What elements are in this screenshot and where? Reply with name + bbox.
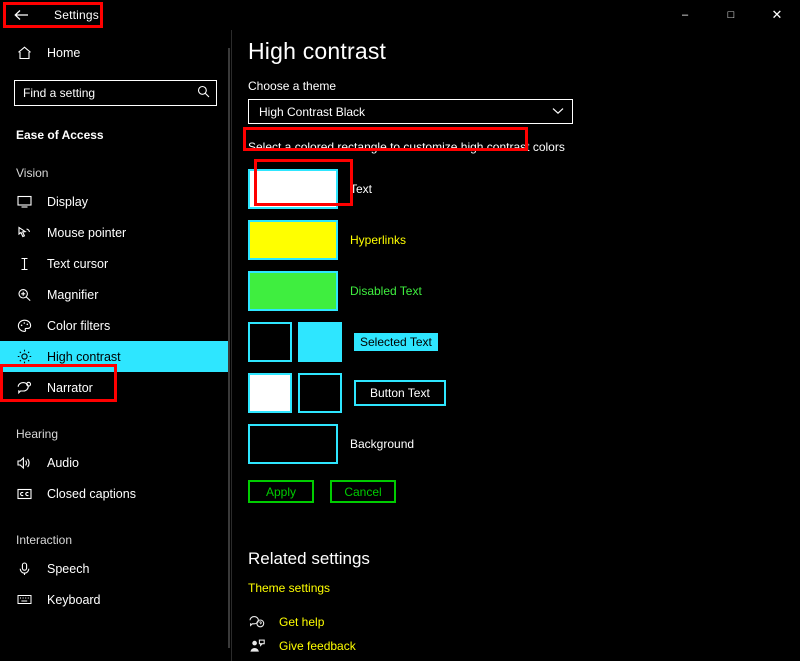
swatch-selected-text-foreground[interactable] <box>248 321 292 362</box>
sidebar-item-display-label: Display <box>47 194 88 209</box>
swatch-label-background: Background <box>350 436 415 451</box>
sidebar-item-magnifier-label: Magnifier <box>47 287 99 302</box>
feedback-icon <box>248 639 265 653</box>
theme-select-value: High Contrast Black <box>259 104 366 119</box>
sidebar-item-display[interactable]: Display <box>0 186 231 217</box>
back-arrow-icon[interactable] <box>8 2 34 28</box>
main-content: High contrast Choose a theme High Contra… <box>233 30 800 661</box>
title-bar: Settings – □ ✕ <box>0 0 800 30</box>
sidebar: Home Find a setting Ease of Access Visio… <box>0 30 232 661</box>
window-controls: – □ ✕ <box>662 0 800 30</box>
swatch-hyperlinks-color[interactable] <box>248 219 338 260</box>
speaker-icon <box>16 456 33 470</box>
swatch-label-button-text: Button Text <box>354 379 446 406</box>
sidebar-item-audio-label: Audio <box>47 455 79 470</box>
sidebar-item-audio[interactable]: Audio <box>0 447 231 478</box>
mouse-pointer-icon <box>16 225 33 240</box>
settings-window: Settings – □ ✕ Home Find a setting Ease … <box>0 0 800 661</box>
swatch-background-color[interactable] <box>248 423 338 464</box>
swatch-label-text: Text <box>350 181 373 196</box>
sidebar-item-home[interactable]: Home <box>0 36 231 70</box>
sidebar-item-narrator[interactable]: Narrator <box>0 372 231 403</box>
swatch-button-text-background[interactable] <box>298 372 342 413</box>
app-title: Settings <box>54 8 99 22</box>
close-button[interactable]: ✕ <box>754 0 800 30</box>
sidebar-item-magnifier[interactable]: Magnifier <box>0 279 231 310</box>
apply-button[interactable]: Apply <box>248 480 314 503</box>
title-bar-left: Settings <box>8 0 99 30</box>
keyboard-icon <box>16 594 33 605</box>
closed-captions-icon <box>16 488 33 500</box>
swatch-row-button-text: Button Text <box>248 370 800 415</box>
get-help-row[interactable]: Get help <box>248 615 800 629</box>
customize-hint: Select a colored rectangle to customize … <box>248 140 565 154</box>
give-feedback-label: Give feedback <box>279 639 356 653</box>
sidebar-section-title: Ease of Access <box>16 128 104 142</box>
sidebar-item-text-cursor[interactable]: Text cursor <box>0 248 231 279</box>
swatch-row-hyperlinks: Hyperlinks <box>248 217 800 262</box>
cancel-button[interactable]: Cancel <box>330 480 396 503</box>
help-icon <box>248 615 265 629</box>
swatch-button-text-foreground[interactable] <box>248 372 292 413</box>
search-icon <box>197 85 210 101</box>
swatch-row-disabled-text: Disabled Text <box>248 268 800 313</box>
sun-icon <box>16 349 33 364</box>
theme-field-label: Choose a theme <box>248 79 337 93</box>
sidebar-item-mouse-pointer[interactable]: Mouse pointer <box>0 217 231 248</box>
get-help-label: Get help <box>279 615 325 629</box>
chevron-down-icon <box>552 106 564 118</box>
sidebar-group-vision: Vision <box>16 166 49 180</box>
magnifier-icon <box>16 288 33 302</box>
sidebar-item-keyboard[interactable]: Keyboard <box>0 584 231 615</box>
sidebar-item-closed-captions[interactable]: Closed captions <box>0 478 231 509</box>
theme-select[interactable]: High Contrast Black <box>248 99 573 124</box>
swatch-label-hyperlinks: Hyperlinks <box>350 232 407 247</box>
swatch-disabled-text-color[interactable] <box>248 270 338 311</box>
sidebar-item-high-contrast-label: High contrast <box>47 349 121 364</box>
swatch-row-background: Background <box>248 421 800 466</box>
swatch-label-disabled-text: Disabled Text <box>350 283 422 298</box>
text-cursor-icon <box>16 257 33 271</box>
related-settings-title: Related settings <box>248 549 370 568</box>
swatch-label-selected-text: Selected Text <box>354 332 438 351</box>
theme-settings-link[interactable]: Theme settings <box>248 581 800 595</box>
sidebar-item-speech-label: Speech <box>47 561 90 576</box>
search-placeholder: Find a setting <box>23 86 96 100</box>
palette-icon <box>16 319 33 333</box>
give-feedback-row[interactable]: Give feedback <box>248 639 800 653</box>
minimize-button[interactable]: – <box>662 0 708 30</box>
sidebar-item-color-filters-label: Color filters <box>47 318 111 333</box>
maximize-button[interactable]: □ <box>708 0 754 30</box>
swatch-text-color[interactable] <box>248 168 338 209</box>
sidebar-item-color-filters[interactable]: Color filters <box>0 310 231 341</box>
sidebar-scrollbar[interactable] <box>228 48 230 648</box>
color-swatch-list: Text Hyperlinks Disabled Text Selected T… <box>248 166 800 466</box>
sidebar-item-closed-captions-label: Closed captions <box>47 486 136 501</box>
sidebar-item-text-cursor-label: Text cursor <box>47 256 109 271</box>
swatch-selected-text-background[interactable] <box>298 321 342 362</box>
sidebar-item-narrator-label: Narrator <box>47 380 93 395</box>
home-icon <box>16 46 33 60</box>
swatch-row-text: Text <box>248 166 800 211</box>
sidebar-group-interaction: Interaction <box>16 533 73 547</box>
sidebar-item-speech[interactable]: Speech <box>0 553 231 584</box>
search-input[interactable]: Find a setting <box>14 80 217 106</box>
sidebar-item-high-contrast[interactable]: High contrast <box>0 341 228 372</box>
page-title: High contrast <box>248 38 387 64</box>
narrator-icon <box>16 381 33 395</box>
sidebar-item-keyboard-label: Keyboard <box>47 592 101 607</box>
sidebar-item-home-label: Home <box>47 46 81 60</box>
sidebar-group-hearing: Hearing <box>16 427 59 441</box>
action-buttons: Apply Cancel <box>248 480 800 503</box>
swatch-row-selected-text: Selected Text <box>248 319 800 364</box>
sidebar-item-mouse-pointer-label: Mouse pointer <box>47 225 127 240</box>
microphone-icon <box>16 561 33 576</box>
monitor-icon <box>16 195 33 208</box>
